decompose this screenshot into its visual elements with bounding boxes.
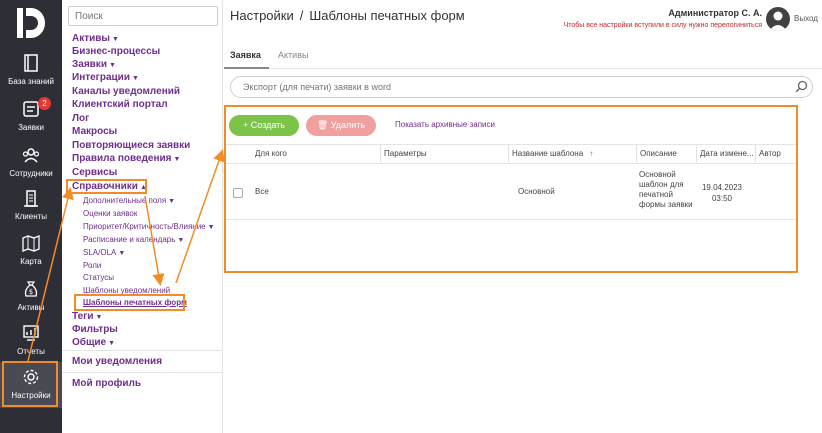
rail-item-label: База знаний — [8, 77, 54, 86]
active-tab-underline — [224, 67, 269, 69]
caret-down-icon: ▼ — [95, 314, 103, 321]
user-icon — [769, 11, 787, 31]
caret-down-icon: ▼ — [108, 62, 116, 69]
menu-search-input[interactable] — [68, 6, 218, 26]
rail-item-employees[interactable]: Сотрудники — [0, 146, 62, 190]
menu-item-client-portal[interactable]: Клиентский портал — [72, 99, 168, 110]
rail-item-map[interactable]: Карта — [0, 234, 62, 278]
submenu-item-extra-fields[interactable]: Дополнительные поля ▼ — [83, 196, 175, 205]
caret-down-icon: ▼ — [108, 340, 116, 347]
menu-item-business-processes[interactable]: Бизнес-процессы — [72, 46, 160, 57]
user-name[interactable]: Администратор С. А. — [668, 8, 762, 18]
submenu-item-ratings[interactable]: Оценки заявок — [83, 209, 137, 218]
svg-text:$: $ — [29, 288, 33, 296]
breadcrumb-separator: / — [299, 8, 304, 23]
caret-down-icon: ▼ — [173, 156, 181, 163]
breadcrumb-page: Шаблоны печатных форм — [309, 8, 465, 23]
caret-down-icon: ▼ — [118, 250, 126, 257]
submenu-item-priority[interactable]: Приоритет/Критичность/Влияние ▼ — [83, 222, 215, 231]
submenu-item-sla[interactable]: SLA/OLA ▼ — [83, 248, 125, 257]
relogin-warning: Чтобы все настройки вступили в силу нужн… — [563, 22, 762, 29]
menu-item-services[interactable]: Сервисы — [72, 167, 117, 178]
directories-highlight — [66, 179, 147, 194]
menu-item-behavior-rules[interactable]: Правила поведения ▼ — [72, 153, 180, 164]
submenu-item-roles[interactable]: Роли — [83, 261, 101, 270]
rail-item-label: Клиенты — [14, 212, 48, 221]
rail-item-clients[interactable]: Клиенты — [0, 189, 62, 233]
settings-highlight — [2, 361, 58, 407]
map-icon — [22, 235, 40, 252]
tab-assets[interactable]: Активы — [278, 50, 308, 60]
caret-down-icon: ▼ — [131, 75, 139, 82]
menu-item-general[interactable]: Общие ▼ — [72, 337, 115, 348]
caret-down-icon: ▼ — [168, 198, 176, 205]
menu-divider — [62, 350, 223, 351]
page-title: Настройки / Шаблоны печатных форм — [230, 8, 465, 23]
book-icon — [24, 54, 38, 72]
submenu-item-statuses[interactable]: Статусы — [83, 273, 114, 282]
tab-ticket[interactable]: Заявка — [230, 50, 261, 60]
rail-item-label: Карта — [20, 257, 42, 266]
rail-item-label: Сотрудники — [9, 169, 53, 178]
rail-item-tickets[interactable]: 2 Заявки — [0, 97, 62, 144]
rail-item-label: Активы — [17, 303, 45, 312]
report-icon — [23, 325, 39, 341]
menu-item-log[interactable]: Лог — [72, 113, 89, 124]
rail-item-knowledge-base[interactable]: База знаний — [0, 54, 62, 98]
caret-down-icon: ▼ — [177, 237, 185, 244]
rail-item-assets[interactable]: $ Активы — [0, 280, 62, 324]
caret-down-icon: ▼ — [111, 36, 119, 43]
menu-item-notification-channels[interactable]: Каналы уведомлений — [72, 86, 180, 97]
building-icon — [24, 190, 38, 207]
menu-item-my-notifications[interactable]: Мои уведомления — [72, 356, 162, 367]
template-search-input[interactable] — [230, 76, 813, 98]
menu-item-my-profile[interactable]: Мой профиль — [72, 378, 141, 389]
avatar[interactable] — [766, 7, 790, 31]
tickets-badge: 2 — [38, 97, 51, 110]
menu-item-recurring-tickets[interactable]: Повторяющиеся заявки — [72, 140, 190, 151]
menu-item-filters[interactable]: Фильтры — [72, 324, 118, 335]
content-highlight — [224, 105, 798, 273]
menu-item-macros[interactable]: Макросы — [72, 126, 117, 137]
menu-divider — [62, 372, 223, 373]
caret-down-icon: ▼ — [207, 224, 215, 231]
money-bag-icon: $ — [24, 281, 38, 297]
breadcrumb-section[interactable]: Настройки — [230, 8, 294, 23]
menu-item-tickets[interactable]: Заявки ▼ — [72, 59, 116, 70]
search-icon[interactable] — [795, 80, 808, 93]
menu-item-tags[interactable]: Теги ▼ — [72, 311, 102, 322]
tabs-bar: Заявка Активы — [224, 45, 822, 69]
menu-item-integrations[interactable]: Интеграции ▼ — [72, 72, 139, 83]
users-icon — [22, 148, 40, 163]
rail-item-label: Отчеты — [17, 347, 45, 356]
print-templates-highlight — [74, 294, 185, 311]
submenu-item-schedule[interactable]: Расписание и календарь ▼ — [83, 235, 184, 244]
logo-icon — [17, 8, 45, 38]
menu-item-assets[interactable]: Активы ▼ — [72, 33, 119, 44]
rail-item-label: Заявки — [18, 123, 44, 132]
logout-link[interactable]: Выход — [794, 14, 818, 23]
